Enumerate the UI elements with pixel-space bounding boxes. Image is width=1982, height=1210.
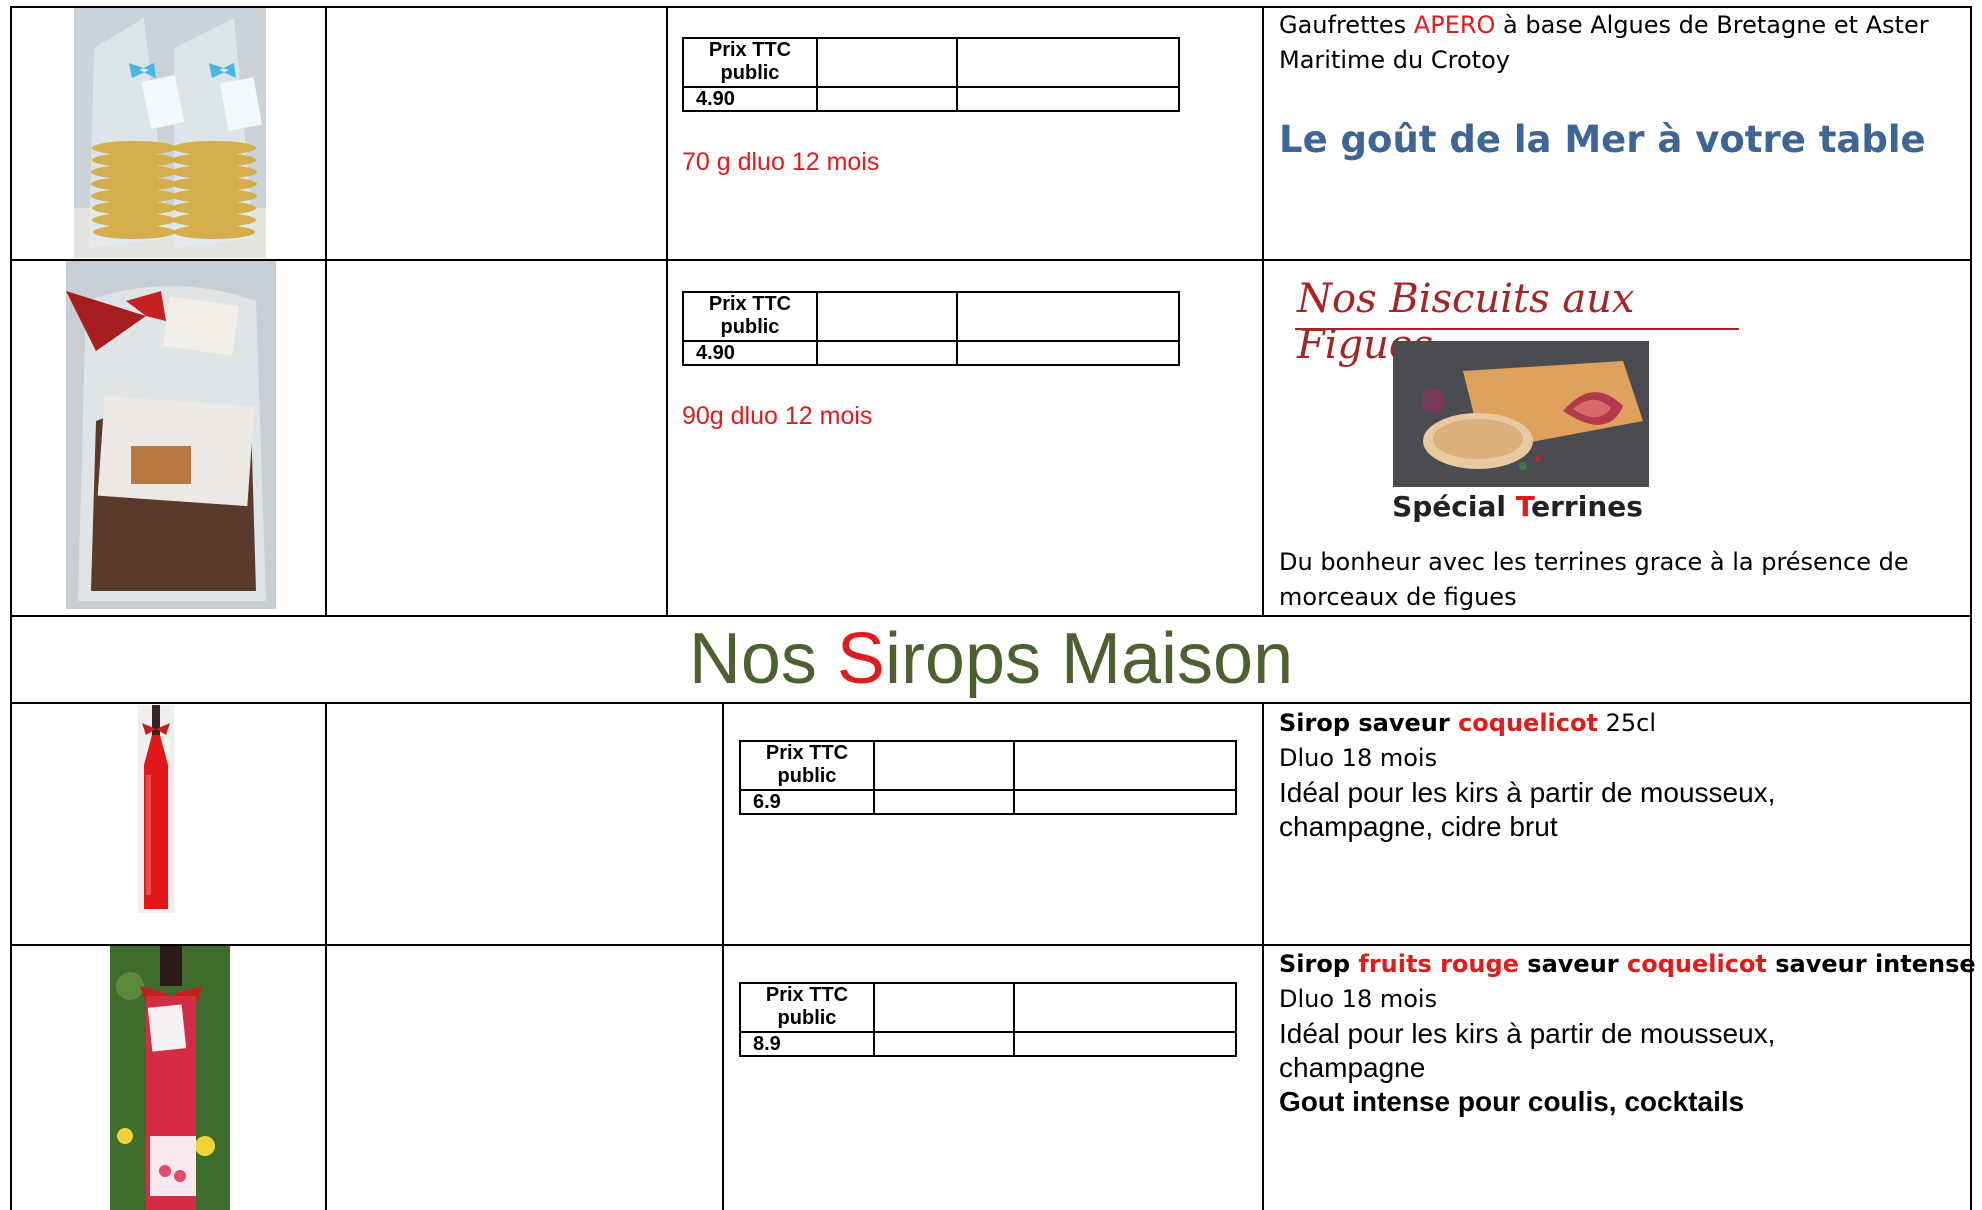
- empty-cell: [956, 291, 1180, 342]
- weight-dluo-note: 90g dluo 12 mois: [682, 402, 873, 430]
- price-table: Prix TTC public 6.9: [739, 740, 1237, 815]
- column-divider: [325, 702, 327, 1210]
- price-value: 8.9: [753, 1033, 781, 1055]
- empty-cell: [873, 1031, 1015, 1057]
- price-header: Prix TTC public: [765, 984, 849, 1029]
- slogan: Le goût de la Mer à votre table: [1279, 118, 1926, 161]
- price-header: Prix TTC public: [708, 39, 792, 84]
- price-table: Prix TTC public 8.9: [739, 982, 1237, 1057]
- biscuits-product-photo: [66, 261, 276, 609]
- empty-cell: [956, 340, 1180, 366]
- syrup-description: Sirop saveur coquelicot 25cl Dluo 18 moi…: [1279, 709, 1776, 842]
- price-table: Prix TTC public 4.90: [682, 291, 1180, 366]
- highlight-apero: APERO: [1413, 11, 1496, 39]
- foie-gras-photo: [1393, 341, 1649, 487]
- product-description: Gaufrettes APERO à base Algues de Bretag…: [1279, 11, 1929, 74]
- row-divider: [10, 944, 1972, 946]
- sirop-coquelicot-photo: [138, 705, 174, 913]
- column-divider: [666, 6, 668, 617]
- catalog-page: Prix TTC public 4.90 70 g dluo 12 mois G…: [0, 0, 1982, 1210]
- empty-cell: [816, 37, 958, 88]
- price-header: Prix TTC public: [708, 293, 792, 338]
- column-divider: [1262, 702, 1264, 1210]
- price-header: Prix TTC public: [765, 742, 849, 787]
- gaufrettes-product-photo: [74, 8, 266, 258]
- empty-cell: [1013, 982, 1237, 1033]
- column-divider: [722, 702, 724, 1210]
- brand-subtitle: Spécial Terrines: [1392, 490, 1643, 523]
- empty-cell: [816, 340, 958, 366]
- empty-cell: [816, 86, 958, 112]
- column-divider: [325, 6, 327, 617]
- empty-cell: [873, 789, 1015, 815]
- empty-cell: [956, 37, 1180, 88]
- row-divider: [10, 259, 1972, 261]
- table-border: [10, 6, 12, 1210]
- empty-cell: [816, 291, 958, 342]
- empty-cell: [873, 982, 1015, 1033]
- price-table: Prix TTC public 4.90: [682, 37, 1180, 112]
- sirop-fruits-rouge-photo: [110, 946, 230, 1210]
- price-value: 4.90: [696, 88, 735, 110]
- price-value: 6.9: [753, 791, 781, 813]
- empty-cell: [1013, 789, 1237, 815]
- empty-cell: [1013, 1031, 1237, 1057]
- syrup-description: Sirop fruits rouge saveur coquelicot sav…: [1279, 950, 1976, 1117]
- row-divider: [10, 702, 1972, 704]
- empty-cell: [956, 86, 1180, 112]
- table-border: [1970, 6, 1972, 1210]
- weight-dluo-note: 70 g dluo 12 mois: [682, 148, 880, 176]
- section-title: Nos Sirops Maison: [688, 619, 1294, 699]
- product-description: Du bonheur avec les terrines grace à la …: [1279, 548, 1909, 611]
- price-value: 4.90: [696, 342, 735, 364]
- column-divider: [1262, 6, 1264, 617]
- brand-banner: Nos Biscuits aux Figues Spécial Terrines: [1283, 262, 1752, 524]
- brand-underline: [1295, 328, 1739, 330]
- empty-cell: [873, 740, 1015, 791]
- empty-cell: [1013, 740, 1237, 791]
- row-divider: [10, 615, 1972, 617]
